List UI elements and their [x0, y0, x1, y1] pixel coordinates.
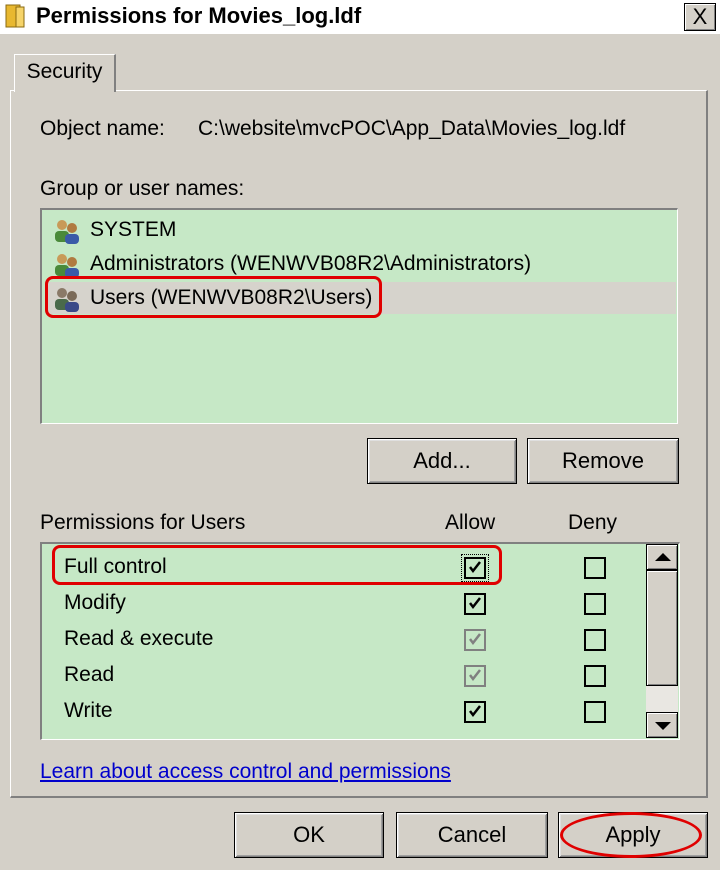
- allow-checkbox[interactable]: [464, 593, 486, 615]
- allow-checkbox[interactable]: [464, 629, 486, 651]
- annotation-highlight: [45, 276, 382, 318]
- deny-header: Deny: [568, 511, 618, 534]
- window-title: Permissions for Movies_log.ldf: [36, 3, 362, 28]
- annotation-highlight: [52, 545, 502, 585]
- allow-checkbox[interactable]: [464, 665, 486, 687]
- permission-row: Write: [42, 694, 646, 730]
- permission-name: Modify: [64, 591, 126, 614]
- allow-header: Allow: [445, 511, 496, 534]
- list-item[interactable]: SYSTEM: [46, 214, 676, 246]
- ok-button[interactable]: OK: [234, 812, 384, 858]
- allow-checkbox[interactable]: [464, 701, 486, 723]
- permissions-scrollbar[interactable]: [646, 544, 678, 738]
- window-frame: [0, 34, 4, 870]
- close-button[interactable]: X: [684, 3, 716, 31]
- folder-icon: [5, 4, 25, 28]
- object-name-value: C:\website\mvcPOC\App_Data\Movies_log.ld…: [198, 117, 626, 140]
- deny-checkbox[interactable]: [584, 557, 606, 579]
- deny-checkbox[interactable]: [584, 665, 606, 687]
- permission-name: Read: [64, 663, 115, 686]
- deny-checkbox[interactable]: [584, 739, 606, 740]
- checkmark-icon: [469, 705, 481, 718]
- annotation-highlight: [560, 812, 702, 858]
- arrow-down-icon: [655, 722, 671, 730]
- deny-checkbox[interactable]: [584, 593, 606, 615]
- permission-name: Write: [64, 699, 113, 722]
- cancel-button[interactable]: Cancel: [396, 812, 548, 858]
- arrow-up-icon: [655, 553, 671, 561]
- deny-checkbox[interactable]: [584, 701, 606, 723]
- permission-row-partial: [42, 732, 646, 740]
- permission-name: Read & execute: [64, 627, 214, 650]
- checkmark-icon: [469, 597, 481, 610]
- user-name: SYSTEM: [90, 218, 177, 241]
- scroll-thumb[interactable]: [646, 570, 678, 686]
- group-list-label: Group or user names:: [40, 177, 245, 200]
- remove-button[interactable]: Remove: [527, 438, 679, 484]
- help-link[interactable]: Learn about access control and permissio…: [40, 760, 451, 784]
- add-button[interactable]: Add...: [367, 438, 517, 484]
- permission-row: Modify: [42, 586, 646, 622]
- close-icon: X: [692, 4, 708, 29]
- permission-row: Read: [42, 658, 646, 694]
- permission-row: Read & execute: [42, 622, 646, 658]
- tab-security[interactable]: Security: [14, 54, 116, 92]
- users-group-icon: [55, 220, 79, 244]
- deny-checkbox[interactable]: [584, 629, 606, 651]
- scroll-down-button[interactable]: [646, 712, 678, 738]
- checkmark-icon: [469, 633, 481, 646]
- allow-checkbox[interactable]: [464, 739, 486, 740]
- scroll-up-button[interactable]: [646, 544, 678, 570]
- users-group-icon: [55, 254, 79, 278]
- permissions-label: Permissions for Users: [40, 511, 246, 534]
- checkmark-icon: [469, 669, 481, 682]
- object-name-label: Object name:: [40, 117, 165, 140]
